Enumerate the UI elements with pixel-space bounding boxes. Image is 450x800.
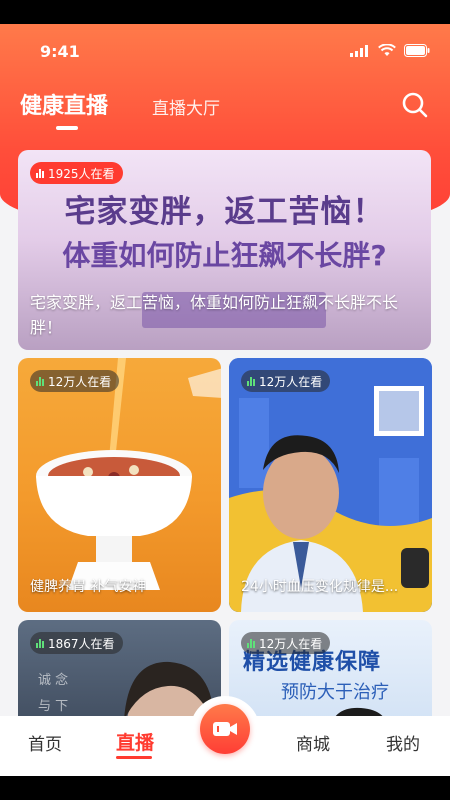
hero-headline-1: 宅家变胖，返工苦恼！ — [64, 194, 385, 230]
live-bars-icon — [36, 376, 44, 386]
bottom-tab-mall[interactable]: 商城 — [296, 730, 330, 755]
doctor-image — [229, 358, 432, 612]
viewer-count-badge: 1867人在看 — [30, 632, 123, 654]
svg-text:与 下: 与 下 — [38, 699, 68, 714]
wifi-icon — [378, 44, 396, 56]
top-navigation: 健康直播 直播大厅 — [0, 84, 450, 134]
live-card-doctor[interactable]: 12万人在看 24小时血压变化规律是... — [229, 358, 432, 612]
bottom-active-indicator — [116, 756, 152, 759]
battery-icon — [404, 44, 430, 57]
active-tab-indicator — [56, 126, 78, 130]
signal-icon — [350, 44, 368, 57]
app-screen: 9:41 健康直播 直播大厅 1925人在看 宅家变胖，返工苦恼！ 体重如何防止… — [0, 24, 450, 776]
bottom-tab-mine[interactable]: 我的 — [386, 730, 420, 755]
featured-live-card[interactable]: 1925人在看 宅家变胖，返工苦恼！ 体重如何防止狂飙不长胖? 宅家变胖，返工苦… — [18, 150, 431, 350]
viewer-count: 12万人在看 — [48, 374, 112, 389]
live-bars-icon — [247, 638, 255, 648]
bottom-tab-live[interactable]: 直播 — [116, 728, 154, 755]
svg-text:诚 念: 诚 念 — [38, 672, 68, 688]
tab-live-hall[interactable]: 直播大厅 — [152, 94, 220, 119]
bottom-tab-home[interactable]: 首页 — [28, 730, 62, 755]
search-icon[interactable] — [400, 90, 430, 120]
tab-health-live[interactable]: 健康直播 — [20, 88, 108, 120]
hero-description: 宅家变胖，返工苦恼，体重如何防止狂飙不长胖不长胖！ — [30, 293, 399, 337]
status-icons — [350, 44, 430, 57]
status-bar: 9:41 — [0, 24, 450, 76]
live-bars-icon — [247, 376, 255, 386]
viewer-count-badge: 12万人在看 — [30, 370, 120, 392]
hero-headline-2: 体重如何防止狂飙不长胖? — [62, 239, 387, 272]
status-time: 9:41 — [40, 42, 80, 61]
live-bars-icon — [36, 168, 44, 178]
viewer-count: 1925人在看 — [48, 166, 115, 181]
soup-bowl-image — [36, 358, 221, 590]
viewer-count: 12万人在看 — [259, 374, 323, 389]
live-card-title: 健脾养胃 补气安神 — [30, 579, 147, 595]
live-card-soup[interactable]: 12万人在看 健脾养胃 补气安神 — [18, 358, 221, 612]
viewer-count-badge: 12万人在看 — [241, 632, 331, 654]
viewer-count: 12万人在看 — [259, 636, 323, 651]
go-live-button[interactable] — [200, 704, 250, 754]
video-camera-icon — [213, 722, 237, 736]
viewer-count-badge: 12万人在看 — [241, 370, 331, 392]
viewer-count: 1867人在看 — [48, 636, 115, 651]
viewer-count-badge: 1925人在看 — [30, 162, 123, 184]
live-bars-icon — [36, 638, 44, 648]
bottom-navigation: 首页 直播 商城 我的 — [0, 696, 450, 776]
live-card-title: 24小时血压变化规律是... — [241, 579, 399, 595]
